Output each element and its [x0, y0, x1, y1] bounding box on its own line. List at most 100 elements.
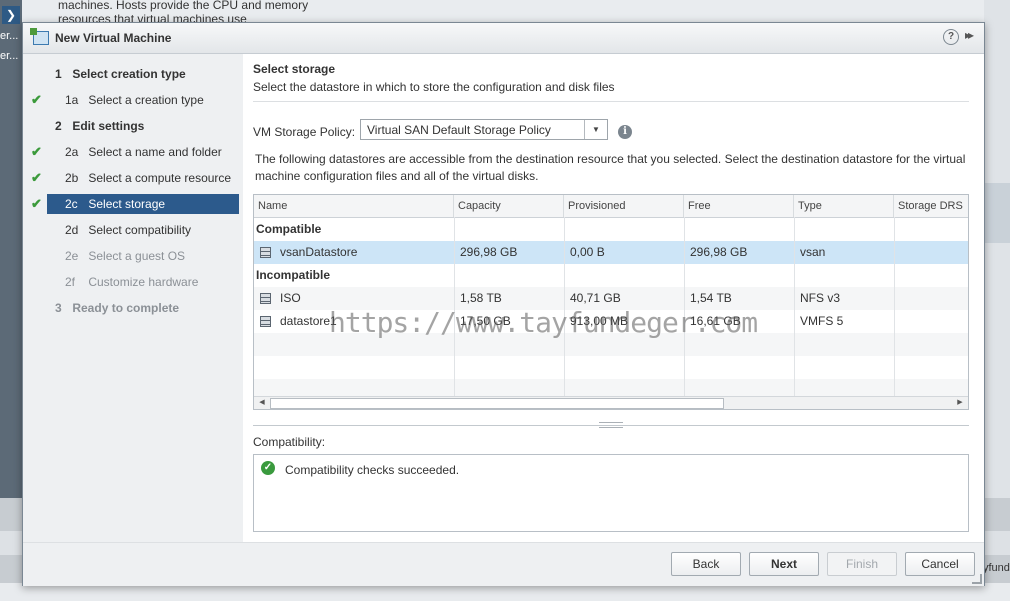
success-check-icon: ✓: [261, 461, 275, 475]
finish-button: Finish: [827, 552, 897, 576]
help-icon[interactable]: ?: [943, 29, 959, 45]
watermark-text: https://www.tayfundeger.com: [329, 306, 758, 339]
storage-policy-label: VM Storage Policy:: [253, 125, 356, 139]
compatibility-label: Compatibility:: [253, 435, 326, 449]
table-row[interactable]: vsanDatastore 296,98 GB 0,00 B 296,98 GB…: [254, 241, 968, 264]
group-header-compatible: Compatible: [256, 222, 322, 236]
cell-capacity: 296,98 GB: [460, 245, 518, 259]
column-header-storage-drs[interactable]: Storage DRS: [894, 195, 968, 217]
nav-step-edit-settings[interactable]: 2 Edit settings: [55, 116, 144, 136]
step-number: 2c: [65, 197, 78, 211]
nav-step-customize-hardware: 2f Customize hardware: [65, 272, 198, 292]
back-button[interactable]: Back: [671, 552, 741, 576]
storage-policy-value: Virtual SAN Default Storage Policy: [367, 123, 551, 137]
wizard-steps-nav: 1 Select creation type ✔ 1a Select a cre…: [23, 54, 243, 542]
select-storage-panel: Select storage Select the datastore in w…: [253, 54, 969, 542]
cell-storage-drs: [894, 241, 968, 264]
step-number: 2e: [65, 249, 79, 263]
chevron-down-icon[interactable]: ▼: [584, 120, 607, 139]
datastore-table: Name Capacity Provisioned Free Type Stor…: [253, 194, 969, 410]
scroll-right-icon[interactable]: ▶: [954, 397, 966, 409]
background-toolbar: [984, 183, 1010, 243]
cell-storage-drs: [894, 287, 968, 310]
cell-type: VMFS 5: [800, 314, 844, 328]
cell-name: vsanDatastore: [254, 241, 454, 264]
datastore-name: ISO: [280, 291, 301, 305]
step-number: 2a: [65, 145, 79, 159]
new-vm-dialog: New Virtual Machine ? ▸▸ 1 Select creati…: [22, 22, 985, 586]
datastore-name: vsanDatastore: [280, 245, 358, 259]
step-label: Select storage: [88, 197, 166, 211]
nav-step-select-creation-type[interactable]: 1 Select creation type: [55, 64, 186, 84]
cell-type: NFS v3: [800, 291, 841, 305]
info-icon[interactable]: i: [618, 125, 632, 139]
horizontal-scrollbar[interactable]: ◀ ▶: [254, 396, 968, 409]
cell-provisioned: 0,00 B: [570, 245, 605, 259]
datastore-icon: [260, 293, 271, 304]
group-header-incompatible: Incompatible: [256, 268, 331, 282]
step-label: Ready to complete: [72, 301, 180, 315]
step-number: 2b: [65, 171, 79, 185]
nav-step-select-name-folder[interactable]: 2a Select a name and folder: [65, 142, 222, 162]
step-label: Select a guest OS: [88, 249, 186, 263]
nav-step-select-guest-os: 2e Select a guest OS: [65, 246, 185, 266]
nav-step-select-compatibility[interactable]: 2d Select compatibility: [65, 220, 191, 240]
column-header-name[interactable]: Name: [254, 195, 454, 217]
new-vm-icon: [30, 28, 49, 45]
step-number: 2: [55, 119, 62, 133]
check-icon: ✔: [31, 170, 42, 185]
compatibility-message: Compatibility checks succeeded.: [285, 463, 460, 477]
scroll-left-icon[interactable]: ◀: [256, 397, 268, 409]
nav-step-ready-to-complete: 3 Ready to complete: [55, 298, 179, 318]
dialog-titlebar[interactable]: New Virtual Machine ? ▸▸: [23, 23, 984, 54]
column-divider: [894, 217, 895, 407]
cancel-button[interactable]: Cancel: [905, 552, 975, 576]
datastore-instructions: The following datastores are accessible …: [255, 152, 966, 183]
step-number: 1a: [65, 93, 79, 107]
column-header-type[interactable]: Type: [794, 195, 894, 217]
step-label: Select a creation type: [88, 93, 204, 107]
column-header-capacity[interactable]: Capacity: [454, 195, 564, 217]
column-divider: [794, 217, 795, 407]
step-label: Select a name and folder: [88, 145, 222, 159]
dialog-footer: Back Next Finish Cancel: [23, 542, 984, 586]
background-left-item[interactable]: er...: [0, 50, 22, 62]
storage-policy-select[interactable]: Virtual SAN Default Storage Policy ▼: [360, 119, 608, 140]
table-header: Name Capacity Provisioned Free Type Stor…: [254, 195, 968, 218]
expand-arrow-icon[interactable]: ❯: [2, 6, 20, 24]
splitter-grip-icon[interactable]: [599, 422, 623, 428]
nav-step-select-storage[interactable]: 2c Select storage: [47, 194, 239, 214]
cell-free: 296,98 GB: [690, 245, 748, 259]
next-button[interactable]: Next: [749, 552, 819, 576]
check-icon: ✔: [31, 196, 42, 211]
step-label: Customize hardware: [88, 275, 199, 289]
page-description: Select the datastore in which to store t…: [253, 80, 615, 94]
cell-type: vsan: [800, 245, 826, 259]
step-label: Select a compute resource: [88, 171, 232, 185]
step-number: 3: [55, 301, 62, 315]
scrollbar-thumb[interactable]: [270, 398, 724, 409]
dialog-title: New Virtual Machine: [55, 31, 172, 45]
step-number: 1: [55, 67, 62, 81]
nav-step-select-compute-resource[interactable]: 2b Select a compute resource: [65, 168, 231, 188]
empty-row: [254, 356, 968, 379]
page-title: Select storage: [253, 62, 336, 76]
cell-storage-drs: [894, 310, 968, 333]
step-number: 2d: [65, 223, 79, 237]
panel-splitter[interactable]: [253, 422, 969, 428]
background-fund-text: yfund: [983, 562, 1010, 574]
check-icon: ✔: [31, 92, 42, 107]
column-header-free[interactable]: Free: [684, 195, 794, 217]
expand-dialog-icon[interactable]: ▸▸: [965, 28, 974, 42]
column-header-provisioned[interactable]: Provisioned: [564, 195, 684, 217]
step-label: Select compatibility: [88, 223, 192, 237]
step-number: 2f: [65, 275, 76, 289]
resize-grip-icon[interactable]: [972, 574, 982, 584]
check-icon: ✔: [31, 144, 42, 159]
compatibility-box: ✓ Compatibility checks succeeded.: [253, 454, 969, 532]
datastore-icon: [260, 247, 271, 258]
nav-step-select-a-creation-type[interactable]: 1a Select a creation type: [65, 90, 204, 110]
background-left-item[interactable]: er...: [0, 30, 22, 42]
step-label: Edit settings: [72, 119, 145, 133]
datastore-icon: [260, 316, 271, 327]
